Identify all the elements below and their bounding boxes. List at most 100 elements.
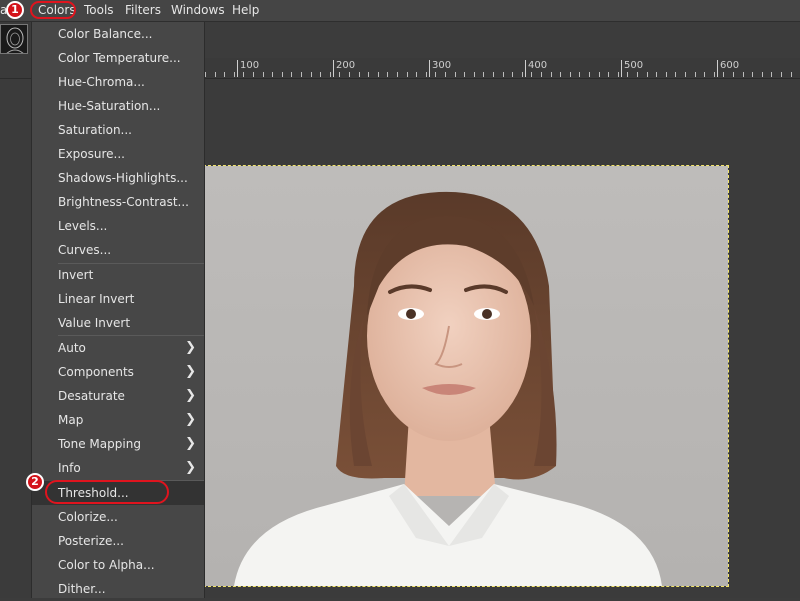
ruler-minor-tick — [666, 72, 667, 77]
menu-item-label: Map — [58, 413, 84, 427]
ruler-minor-tick — [493, 72, 494, 77]
menu-item-label: Tone Mapping — [58, 437, 141, 451]
menu-item-hue-saturation[interactable]: Hue-Saturation... — [32, 94, 204, 118]
menu-item-saturation[interactable]: Saturation... — [32, 118, 204, 142]
menu-item-label: Info — [58, 461, 81, 475]
ruler-minor-tick — [320, 72, 321, 77]
menu-item-label: Brightness-Contrast... — [58, 195, 189, 209]
menu-item-linear-invert[interactable]: Linear Invert — [32, 287, 204, 311]
menu-item-label: Auto — [58, 341, 86, 355]
menu-item-label: Saturation... — [58, 123, 132, 137]
ruler-minor-tick — [359, 72, 360, 77]
ruler-minor-tick — [407, 72, 408, 77]
menu-item-label: Hue-Chroma... — [58, 75, 145, 89]
ruler-major-tick — [717, 60, 718, 77]
menu-item-info[interactable]: Info ❯ — [32, 456, 204, 480]
menu-item-dither[interactable]: Dither... — [32, 577, 204, 601]
chevron-right-icon: ❯ — [185, 436, 196, 451]
menu-item-hue-chroma[interactable]: Hue-Chroma... — [32, 70, 204, 94]
ruler-minor-tick — [541, 72, 542, 77]
ruler-minor-tick — [416, 72, 417, 77]
image-thumbnail[interactable] — [0, 24, 28, 54]
ruler-minor-tick — [330, 72, 331, 77]
ruler-minor-tick — [551, 72, 552, 77]
ruler-minor-tick — [311, 72, 312, 77]
menu-item-label: Color Temperature... — [58, 51, 181, 65]
ruler-minor-tick — [752, 72, 753, 77]
menu-item-map[interactable]: Map ❯ — [32, 408, 204, 432]
menu-item-brightness-contrast[interactable]: Brightness-Contrast... — [32, 190, 204, 214]
ruler-minor-tick — [474, 72, 475, 77]
menu-item-color-temperature[interactable]: Color Temperature... — [32, 46, 204, 70]
menu-help[interactable]: Help — [232, 3, 259, 17]
menu-item-color-balance[interactable]: Color Balance... — [32, 22, 204, 46]
ruler-minor-tick — [512, 72, 513, 77]
ruler-minor-tick — [483, 72, 484, 77]
ruler-minor-tick — [743, 72, 744, 77]
menu-item-exposure[interactable]: Exposure... — [32, 142, 204, 166]
ruler-minor-tick — [445, 72, 446, 77]
ruler-minor-tick — [723, 72, 724, 77]
menu-item-color-to-alpha[interactable]: Color to Alpha... — [32, 553, 204, 577]
menu-item-auto[interactable]: Auto ❯ — [32, 336, 204, 360]
ruler-minor-tick — [205, 72, 206, 77]
colors-dropdown-menu: Color Balance... Color Temperature... Hu… — [31, 22, 205, 598]
chevron-right-icon: ❯ — [185, 340, 196, 355]
step-badge-1: 1 — [6, 1, 24, 19]
ruler-minor-tick — [282, 72, 283, 77]
ruler-minor-tick — [685, 72, 686, 77]
ruler-minor-tick — [464, 72, 465, 77]
menu-item-colorize[interactable]: Colorize... — [32, 505, 204, 529]
menu-item-levels[interactable]: Levels... — [32, 214, 204, 238]
portrait-photo — [204, 166, 728, 586]
ruler-major-tick — [621, 60, 622, 77]
ruler-minor-tick — [253, 72, 254, 77]
portrait-thumbnail-icon — [1, 25, 27, 53]
menu-item-label: Levels... — [58, 219, 108, 233]
menu-windows[interactable]: Windows — [171, 3, 225, 17]
ruler-minor-tick — [599, 72, 600, 77]
ruler-minor-tick — [647, 72, 648, 77]
menu-tools[interactable]: Tools — [84, 3, 114, 17]
menu-item-value-invert[interactable]: Value Invert — [32, 311, 204, 335]
ruler-minor-tick — [791, 72, 792, 77]
ruler-minor-tick — [455, 72, 456, 77]
menu-item-label: Shadows-Highlights... — [58, 171, 188, 185]
menu-item-label: Color Balance... — [58, 27, 153, 41]
threshold-highlight-ring — [45, 480, 169, 504]
ruler-minor-tick — [618, 72, 619, 77]
menu-item-shadows-highlights[interactable]: Shadows-Highlights... — [32, 166, 204, 190]
ruler-label: 600 — [720, 60, 740, 71]
menu-item-label: Components — [58, 365, 134, 379]
menu-item-label: Linear Invert — [58, 292, 135, 306]
ruler-major-tick — [333, 60, 334, 77]
menu-item-curves[interactable]: Curves... — [32, 238, 204, 262]
ruler-minor-tick — [503, 72, 504, 77]
ruler-label: 500 — [624, 60, 644, 71]
ruler-minor-tick — [224, 72, 225, 77]
menubar: a Colors Tools Filters Windows Help — [0, 0, 800, 22]
ruler-minor-tick — [771, 72, 772, 77]
menu-item-components[interactable]: Components ❯ — [32, 360, 204, 384]
ruler-label: 200 — [336, 60, 356, 71]
ruler-minor-tick — [704, 72, 705, 77]
menu-item-invert[interactable]: Invert — [32, 263, 204, 287]
ruler-minor-tick — [301, 72, 302, 77]
ruler-minor-tick — [656, 72, 657, 77]
image-canvas[interactable] — [203, 165, 729, 587]
chevron-right-icon: ❯ — [185, 364, 196, 379]
ruler-minor-tick — [426, 72, 427, 77]
ruler-minor-tick — [522, 72, 523, 77]
menu-item-label: Value Invert — [58, 316, 131, 330]
ruler-minor-tick — [378, 72, 379, 77]
menu-filters[interactable]: Filters — [125, 3, 161, 17]
ruler-label: 300 — [432, 60, 452, 71]
menu-item-posterize[interactable]: Posterize... — [32, 529, 204, 553]
menu-item-label: Color to Alpha... — [58, 558, 155, 572]
menu-item-desaturate[interactable]: Desaturate ❯ — [32, 384, 204, 408]
ruler-major-tick — [525, 60, 526, 77]
ruler-minor-tick — [368, 72, 369, 77]
ruler-minor-tick — [627, 72, 628, 77]
ruler-minor-tick — [608, 72, 609, 77]
menu-item-tone-mapping[interactable]: Tone Mapping ❯ — [32, 432, 204, 456]
